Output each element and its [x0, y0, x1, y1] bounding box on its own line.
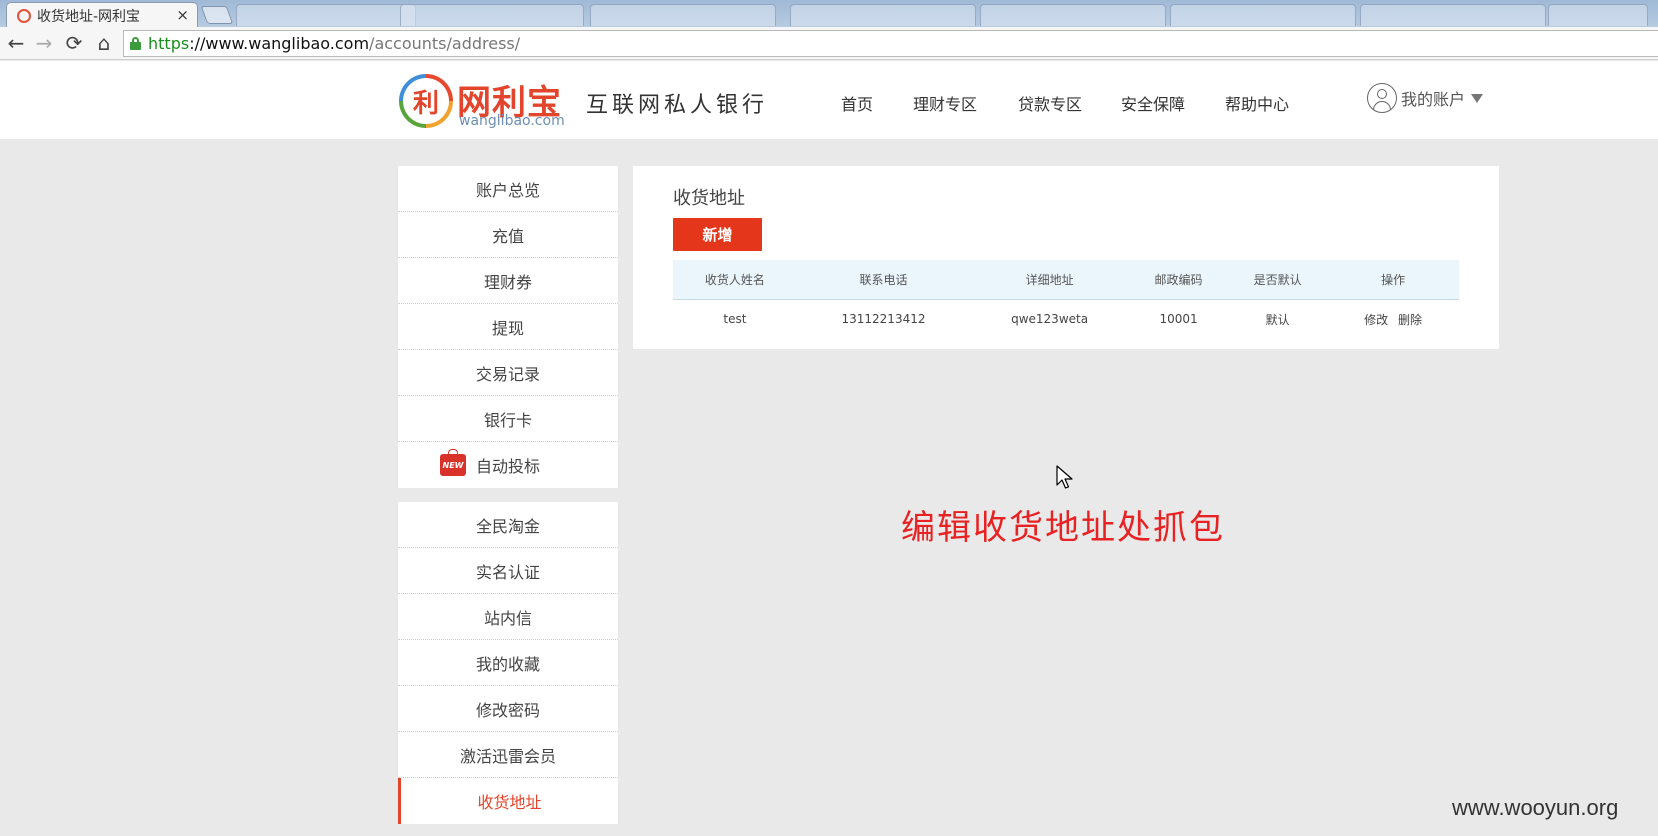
browser-tab[interactable] [1548, 4, 1648, 26]
slogan: 互联网私人银行 [586, 93, 769, 118]
account-label: 我的账户 [1401, 90, 1466, 109]
sidebar-item-address[interactable]: 收货地址 [398, 778, 618, 824]
sidebar-item-label: 自动投标 [475, 457, 540, 476]
column-header: 联系电话 [796, 260, 971, 300]
url-host: ://www.wanglibao.com [189, 34, 370, 53]
sidebar-group-settings: 全民淘金 实名认证 站内信 我的收藏 修改密码 激活迅雷会员 收货地址 [398, 502, 618, 824]
sidebar-item-gold[interactable]: 全民淘金 [398, 502, 618, 548]
browser-tab[interactable] [1360, 4, 1546, 26]
back-arrow-icon[interactable]: ← [4, 30, 28, 56]
column-header: 详细地址 [970, 260, 1130, 300]
mouse-pointer-icon [1056, 465, 1073, 489]
column-header: 邮政编码 [1129, 260, 1229, 300]
new-tab-button[interactable] [200, 6, 234, 24]
tab-title: 收货地址-网利宝 [37, 8, 141, 25]
add-address-button[interactable]: 新增 [673, 218, 762, 251]
reload-icon[interactable]: ⟳ [62, 30, 86, 56]
sidebar-item-favorites[interactable]: 我的收藏 [398, 640, 618, 686]
browser-tab[interactable] [236, 4, 416, 26]
browser-tab[interactable] [400, 4, 584, 26]
phone-number: 13112213412 [841, 312, 926, 327]
url-scheme: https [148, 34, 190, 53]
nav-home[interactable]: 首页 [841, 91, 873, 115]
sidebar-item-withdraw[interactable]: 提现 [398, 304, 618, 350]
logo-mark[interactable]: 利 [399, 74, 453, 128]
sidebar-item-overview[interactable]: 账户总览 [398, 166, 618, 212]
page-title: 收货地址 [673, 188, 745, 209]
site-header: 利 网利宝 wanglibao.com 互联网私人银行 首页 理财专区 贷款专区… [0, 61, 1658, 139]
sidebar-item-coupons[interactable]: 理财券 [398, 258, 618, 304]
browser-tab-active[interactable]: 收货地址-网利宝 × [6, 2, 198, 28]
delete-address-link[interactable]: 删除 [1398, 313, 1422, 327]
address-panel: 收货地址 新增 收货人姓名 联系电话 详细地址 邮政编码 是否默认 操作 tes… [633, 166, 1499, 349]
watermark: www.wooyun.org [1452, 795, 1619, 820]
user-avatar-icon [1367, 83, 1397, 113]
nav-loans[interactable]: 贷款专区 [1018, 91, 1082, 115]
recipient-name: test [723, 312, 747, 327]
account-menu[interactable]: 我的账户 [1367, 83, 1484, 113]
lock-icon [130, 37, 141, 50]
chevron-down-icon [1471, 93, 1484, 103]
column-header: 收货人姓名 [673, 260, 797, 300]
zip-code: 10001 [1159, 312, 1198, 327]
new-badge-icon: NEW [440, 449, 466, 476]
browser-tab[interactable] [980, 4, 1166, 26]
tab-close-icon[interactable]: × [176, 6, 189, 24]
browser-toolbar: ← → ⟳ ⌂ https ://www.wanglibao.com /acco… [0, 27, 1658, 60]
nav-wealth[interactable]: 理财专区 [913, 91, 977, 115]
site-favicon-icon [17, 8, 31, 23]
sidebar-group-account: 账户总览 充值 理财券 提现 交易记录 银行卡 NEW 自动投标 [398, 166, 618, 488]
sidebar-item-auto-bid[interactable]: NEW 自动投标 [398, 442, 618, 488]
browser-tab-strip: 收货地址-网利宝 × [0, 0, 1658, 28]
browser-tab[interactable] [590, 4, 776, 26]
column-header: 是否默认 [1228, 260, 1328, 300]
column-header: 操作 [1327, 260, 1459, 300]
url-path: /accounts/address/ [369, 34, 521, 53]
sidebar-item-transactions[interactable]: 交易记录 [398, 350, 618, 396]
nav-security[interactable]: 安全保障 [1121, 91, 1185, 115]
row-actions: 修改 删除 [1327, 299, 1459, 339]
sidebar-item-xunlei[interactable]: 激活迅雷会员 [398, 732, 618, 778]
detail-address: qwe123weta [1011, 312, 1089, 327]
browser-tab[interactable] [1170, 4, 1356, 26]
annotation-text: 编辑收货地址处抓包 [901, 508, 1225, 548]
nav-help[interactable]: 帮助中心 [1225, 91, 1289, 115]
sidebar-item-messages[interactable]: 站内信 [398, 594, 618, 640]
default-flag: 默认 [1265, 312, 1290, 327]
logo-mark-text: 利 [403, 78, 449, 124]
home-icon[interactable]: ⌂ [92, 30, 116, 56]
browser-tab[interactable] [790, 4, 976, 26]
table-row: test 13112213412 qwe123weta 10001 默认 修改 … [673, 299, 1459, 339]
sidebar-item-verification[interactable]: 实名认证 [398, 548, 618, 594]
logo-domain: wanglibao.com [459, 113, 565, 129]
sidebar-item-recharge[interactable]: 充值 [398, 212, 618, 258]
forward-arrow-icon[interactable]: → [32, 30, 56, 56]
sidebar-item-bank-cards[interactable]: 银行卡 [398, 396, 618, 442]
edit-address-link[interactable]: 修改 [1364, 313, 1388, 327]
sidebar-item-password[interactable]: 修改密码 [398, 686, 618, 732]
address-bar[interactable]: https ://www.wanglibao.com /accounts/add… [123, 30, 1658, 57]
address-table: 收货人姓名 联系电话 详细地址 邮政编码 是否默认 操作 test 131122… [673, 260, 1459, 339]
table-header-row: 收货人姓名 联系电话 详细地址 邮政编码 是否默认 操作 [673, 260, 1459, 300]
